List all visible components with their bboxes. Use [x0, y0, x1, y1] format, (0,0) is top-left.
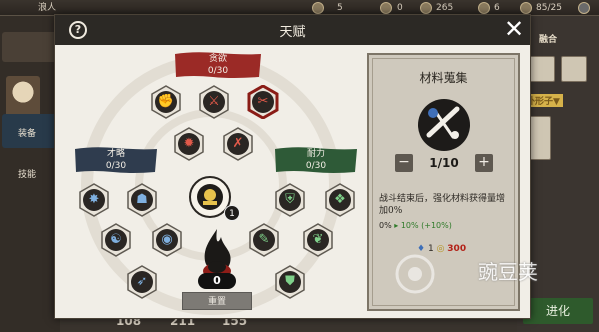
resource-icon	[312, 2, 324, 14]
material-gathering-icon	[418, 99, 470, 151]
resource-icon	[380, 2, 392, 14]
talent-node[interactable]: ✗	[221, 127, 255, 161]
stamina-icon	[520, 2, 532, 14]
branch-endurance: 耐力 0/30	[273, 146, 359, 174]
bomb-icon: ✹	[183, 136, 195, 151]
talent-node[interactable]: ✊	[149, 85, 183, 119]
branch-talent-progress: 0/30	[105, 161, 127, 171]
stat-delta: (+10%)	[421, 221, 452, 230]
talent-stat-change: 0% ▸ 10% (+10%)	[379, 221, 452, 230]
monk-icon: ☯	[110, 232, 122, 247]
shield-icon: ⛊	[285, 274, 295, 289]
talent-node[interactable]: ✹	[172, 127, 206, 161]
stat-after: 10%	[400, 221, 419, 230]
branch-greed: 贪欲 0/30	[173, 51, 263, 79]
item-slot[interactable]	[561, 56, 587, 82]
close-button[interactable]: ✕	[503, 17, 525, 41]
talent-node[interactable]: ➶	[125, 265, 159, 299]
branch-talent-name: 才略	[106, 149, 125, 159]
character-name: 浪人	[38, 3, 57, 13]
menu-label-equipment: 装备	[18, 129, 37, 139]
talent-node[interactable]: ✸	[77, 183, 111, 217]
dialog-header: ? 天赋 ✕	[55, 15, 530, 45]
branch-greed-name: 贪欲	[208, 54, 227, 64]
center-node-badge: 1	[224, 205, 240, 221]
resource-count: 0	[397, 3, 403, 13]
branch-endurance-progress: 0/30	[305, 161, 327, 171]
sword-slash-icon: ⚔	[208, 94, 220, 109]
fusion-tab[interactable]: 融合	[539, 32, 557, 45]
talent-center-node[interactable]: 1	[188, 175, 240, 221]
armor-icon: ⛨	[285, 192, 295, 207]
herb-icon: ❦	[312, 232, 324, 247]
talent-node[interactable]: ☗	[125, 183, 159, 217]
talent-node[interactable]: ⛊	[273, 265, 307, 299]
left-sidebar: 装备 技能	[0, 16, 60, 332]
detail-title: 材料蒐集	[419, 71, 468, 85]
coin-count: 265	[436, 3, 454, 13]
stat-before: 0%	[379, 221, 392, 230]
blade-scroll-icon: ✂	[257, 94, 269, 109]
talent-node[interactable]: ✂	[246, 85, 280, 119]
coin-icon	[420, 2, 432, 14]
talent-node[interactable]: ⚔	[197, 85, 231, 119]
stamina-count: 85/25	[536, 3, 562, 13]
branch-talent: 才略 0/30	[73, 146, 159, 174]
resource-count: 5	[337, 3, 343, 13]
talent-node[interactable]: ⛨	[273, 183, 307, 217]
dash-icon: ➶	[136, 274, 148, 289]
item-slot[interactable]	[529, 56, 555, 82]
crossed-blades-icon: ✗	[232, 136, 244, 151]
eye-icon: ◉	[161, 232, 173, 247]
talent-node[interactable]: ❦	[301, 223, 335, 257]
talent-node[interactable]: ☯	[99, 223, 133, 257]
menu-label-skills: 技能	[18, 170, 37, 180]
evolve-button[interactable]: 进化	[523, 298, 593, 324]
reset-button[interactable]: 重置	[182, 292, 252, 310]
mask-icon: ☗	[136, 192, 148, 207]
burst-icon: ✸	[88, 192, 100, 207]
fist-icon: ✊	[157, 94, 175, 109]
character-card[interactable]	[2, 32, 58, 62]
talent-description: 战斗结束后，强化材料获得量增加0%	[379, 194, 506, 216]
level-decrease-button[interactable]: −	[395, 154, 413, 172]
branch-greed-progress: 0/30	[207, 66, 229, 76]
pills-icon: ❖	[334, 192, 346, 207]
branch-endurance-name: 耐力	[306, 149, 325, 159]
gem-count: 6	[494, 3, 500, 13]
feather-icon: ✎	[258, 232, 270, 247]
talent-node[interactable]: ◉	[150, 223, 184, 257]
watermark-text: 豌豆荚	[478, 260, 538, 284]
stat-arrow-icon: ▸	[394, 221, 399, 230]
talent-points-counter: 0	[198, 273, 236, 289]
level-increase-button[interactable]: +	[475, 154, 493, 172]
settings-gear-icon[interactable]	[578, 2, 590, 14]
gem-icon	[478, 2, 490, 14]
dialog-title: 天赋	[279, 25, 306, 40]
talent-node[interactable]: ❖	[323, 183, 357, 217]
talent-node[interactable]: ✎	[247, 223, 281, 257]
game-screen: 浪人 5 0 265 6 85/25 装备 技能 融合 外形子▼ 108 211…	[0, 0, 599, 332]
talent-level: 1/10	[429, 156, 459, 170]
